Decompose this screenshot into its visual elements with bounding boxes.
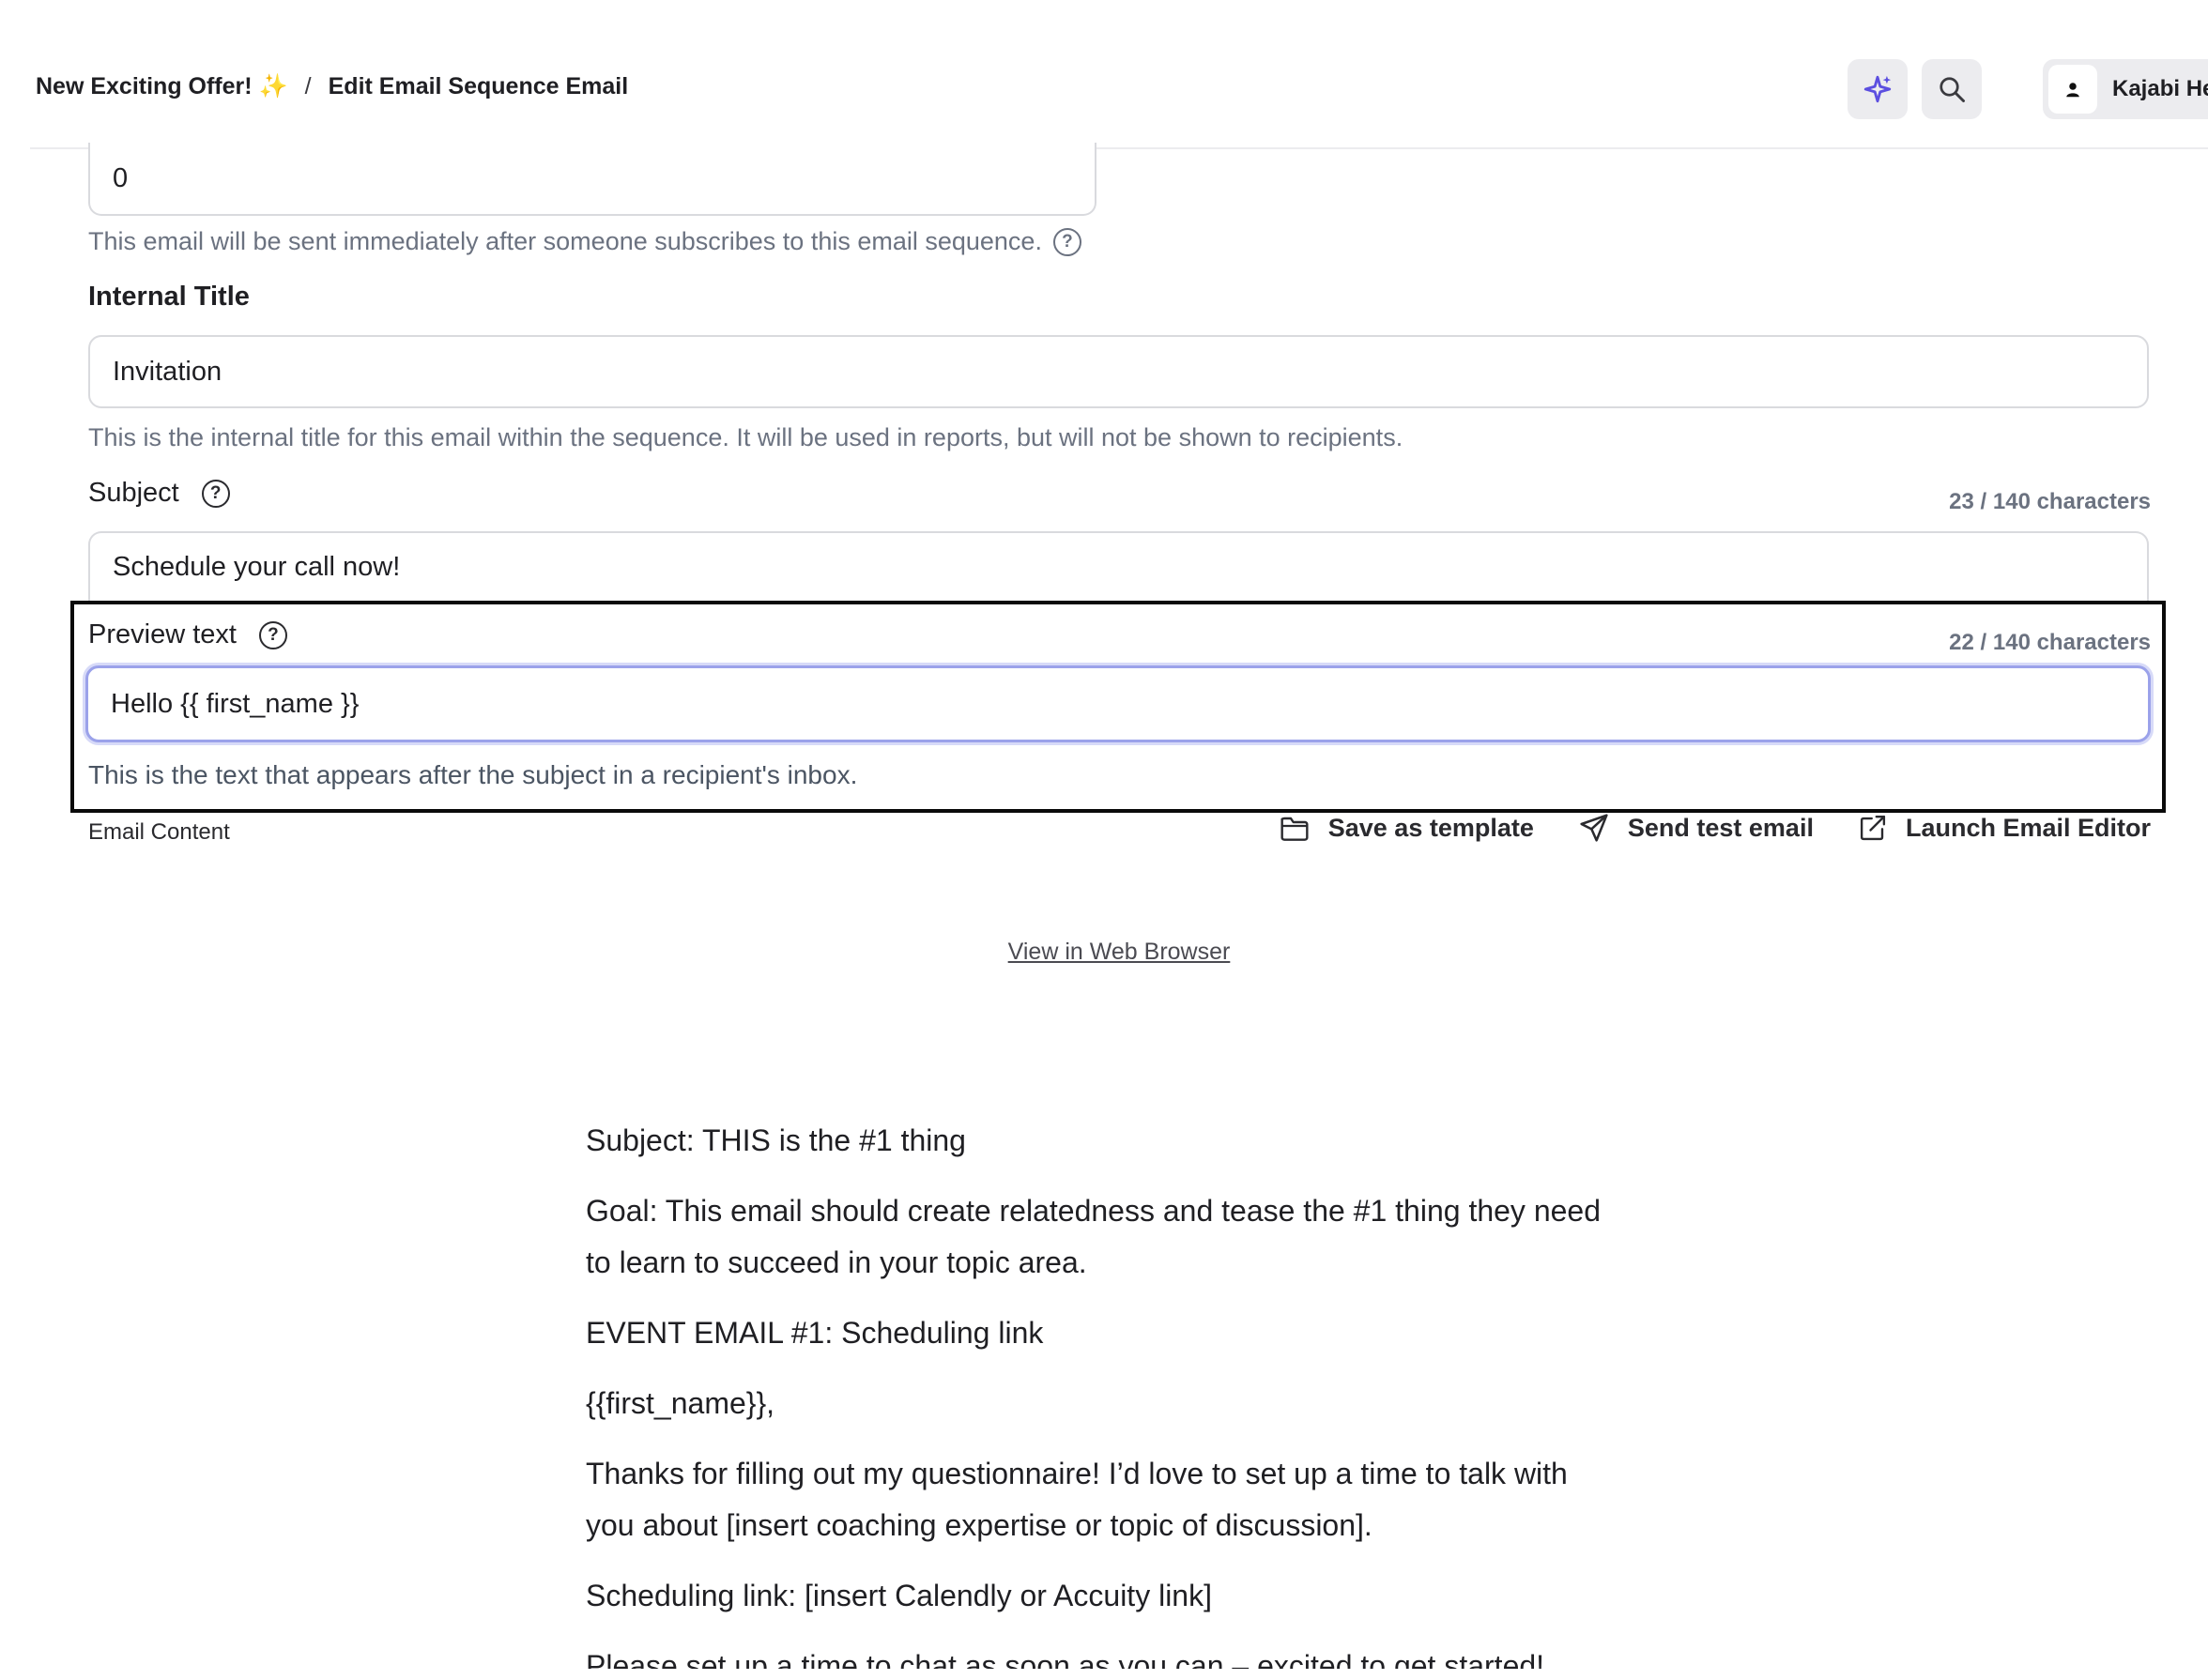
preview-text-help: This is the text that appears after the … xyxy=(88,760,858,789)
avatar xyxy=(2048,65,2097,114)
launch-email-editor-button[interactable]: Launch Email Editor xyxy=(1859,814,2151,843)
top-bar: New Exciting Offer! ✨ / Edit Email Seque… xyxy=(0,0,2208,148)
breadcrumb-separator: / xyxy=(304,73,312,99)
search-button[interactable] xyxy=(1922,59,1982,119)
send-test-email-button[interactable]: Send test email xyxy=(1579,813,1814,843)
preview-text-char-counter: 22 / 140 characters xyxy=(1949,630,2151,655)
delay-help-text: This email will be sent immediately afte… xyxy=(88,227,1081,256)
question-icon[interactable]: ? xyxy=(1052,227,1081,256)
search-icon xyxy=(1940,77,1965,102)
send-test-email-label: Send test email xyxy=(1627,813,1814,842)
user-menu-button[interactable]: Kajabi Hel xyxy=(2043,59,2208,119)
sparkle-icon xyxy=(1863,75,1892,103)
delay-help-label: This email will be sent immediately afte… xyxy=(88,227,1042,255)
internal-title-input[interactable]: Invitation xyxy=(88,335,2149,408)
email-preview-body: Subject: THIS is the #1 thing Goal: This… xyxy=(586,1115,1618,1669)
breadcrumb-current: Edit Email Sequence Email xyxy=(328,73,629,99)
breadcrumb: New Exciting Offer! ✨ / Edit Email Seque… xyxy=(36,73,628,100)
email-paragraph: Please set up a time to chat as soon as … xyxy=(586,1649,1545,1669)
internal-title-help: This is the internal title for this emai… xyxy=(88,423,1403,451)
email-content-actions: Save as template Send test email Launch … xyxy=(1234,813,2151,843)
send-icon xyxy=(1580,814,1608,842)
email-paragraph: Subject: THIS is the #1 thing xyxy=(586,1123,966,1157)
breadcrumb-parent-link[interactable]: New Exciting Offer! ✨ xyxy=(36,73,288,100)
user-icon xyxy=(2066,83,2079,98)
subject-char-counter: 23 / 140 characters xyxy=(1949,489,2151,514)
internal-title-label: Internal Title xyxy=(88,282,250,312)
subject-label: Subject ? xyxy=(88,478,230,509)
save-as-template-label: Save as template xyxy=(1327,813,1534,842)
preview-text-input[interactable]: Hello {{ first_name }} xyxy=(85,665,2151,742)
email-content-label: Email Content xyxy=(88,819,230,845)
email-paragraph: Thanks for filling out my questionnaire!… xyxy=(586,1457,1568,1542)
external-link-icon xyxy=(1860,815,1886,841)
delay-days-input[interactable]: 0 xyxy=(88,143,1096,216)
question-icon[interactable]: ? xyxy=(201,479,230,508)
preview-text-label-text: Preview text xyxy=(88,619,237,649)
subject-label-text: Subject xyxy=(88,478,179,508)
folder-icon xyxy=(1280,817,1309,841)
user-name: Kajabi Hel xyxy=(2112,76,2208,101)
save-as-template-button[interactable]: Save as template xyxy=(1280,814,1534,843)
ai-assistant-button[interactable] xyxy=(1848,59,1908,119)
preview-text-label: Preview text ? xyxy=(88,619,287,650)
email-paragraph: Goal: This email should create relatedne… xyxy=(586,1194,1601,1279)
email-paragraph: {{first_name}}, xyxy=(586,1386,775,1420)
email-paragraph: Scheduling link: [insert Calendly or Acc… xyxy=(586,1579,1212,1612)
launch-email-editor-label: Launch Email Editor xyxy=(1905,813,2151,842)
view-in-web-browser-link[interactable]: View in Web Browser xyxy=(0,939,2208,966)
subject-input[interactable]: Schedule your call now! xyxy=(88,531,2149,601)
email-paragraph: EVENT EMAIL #1: Scheduling link xyxy=(586,1316,1044,1350)
question-icon[interactable]: ? xyxy=(258,620,287,649)
